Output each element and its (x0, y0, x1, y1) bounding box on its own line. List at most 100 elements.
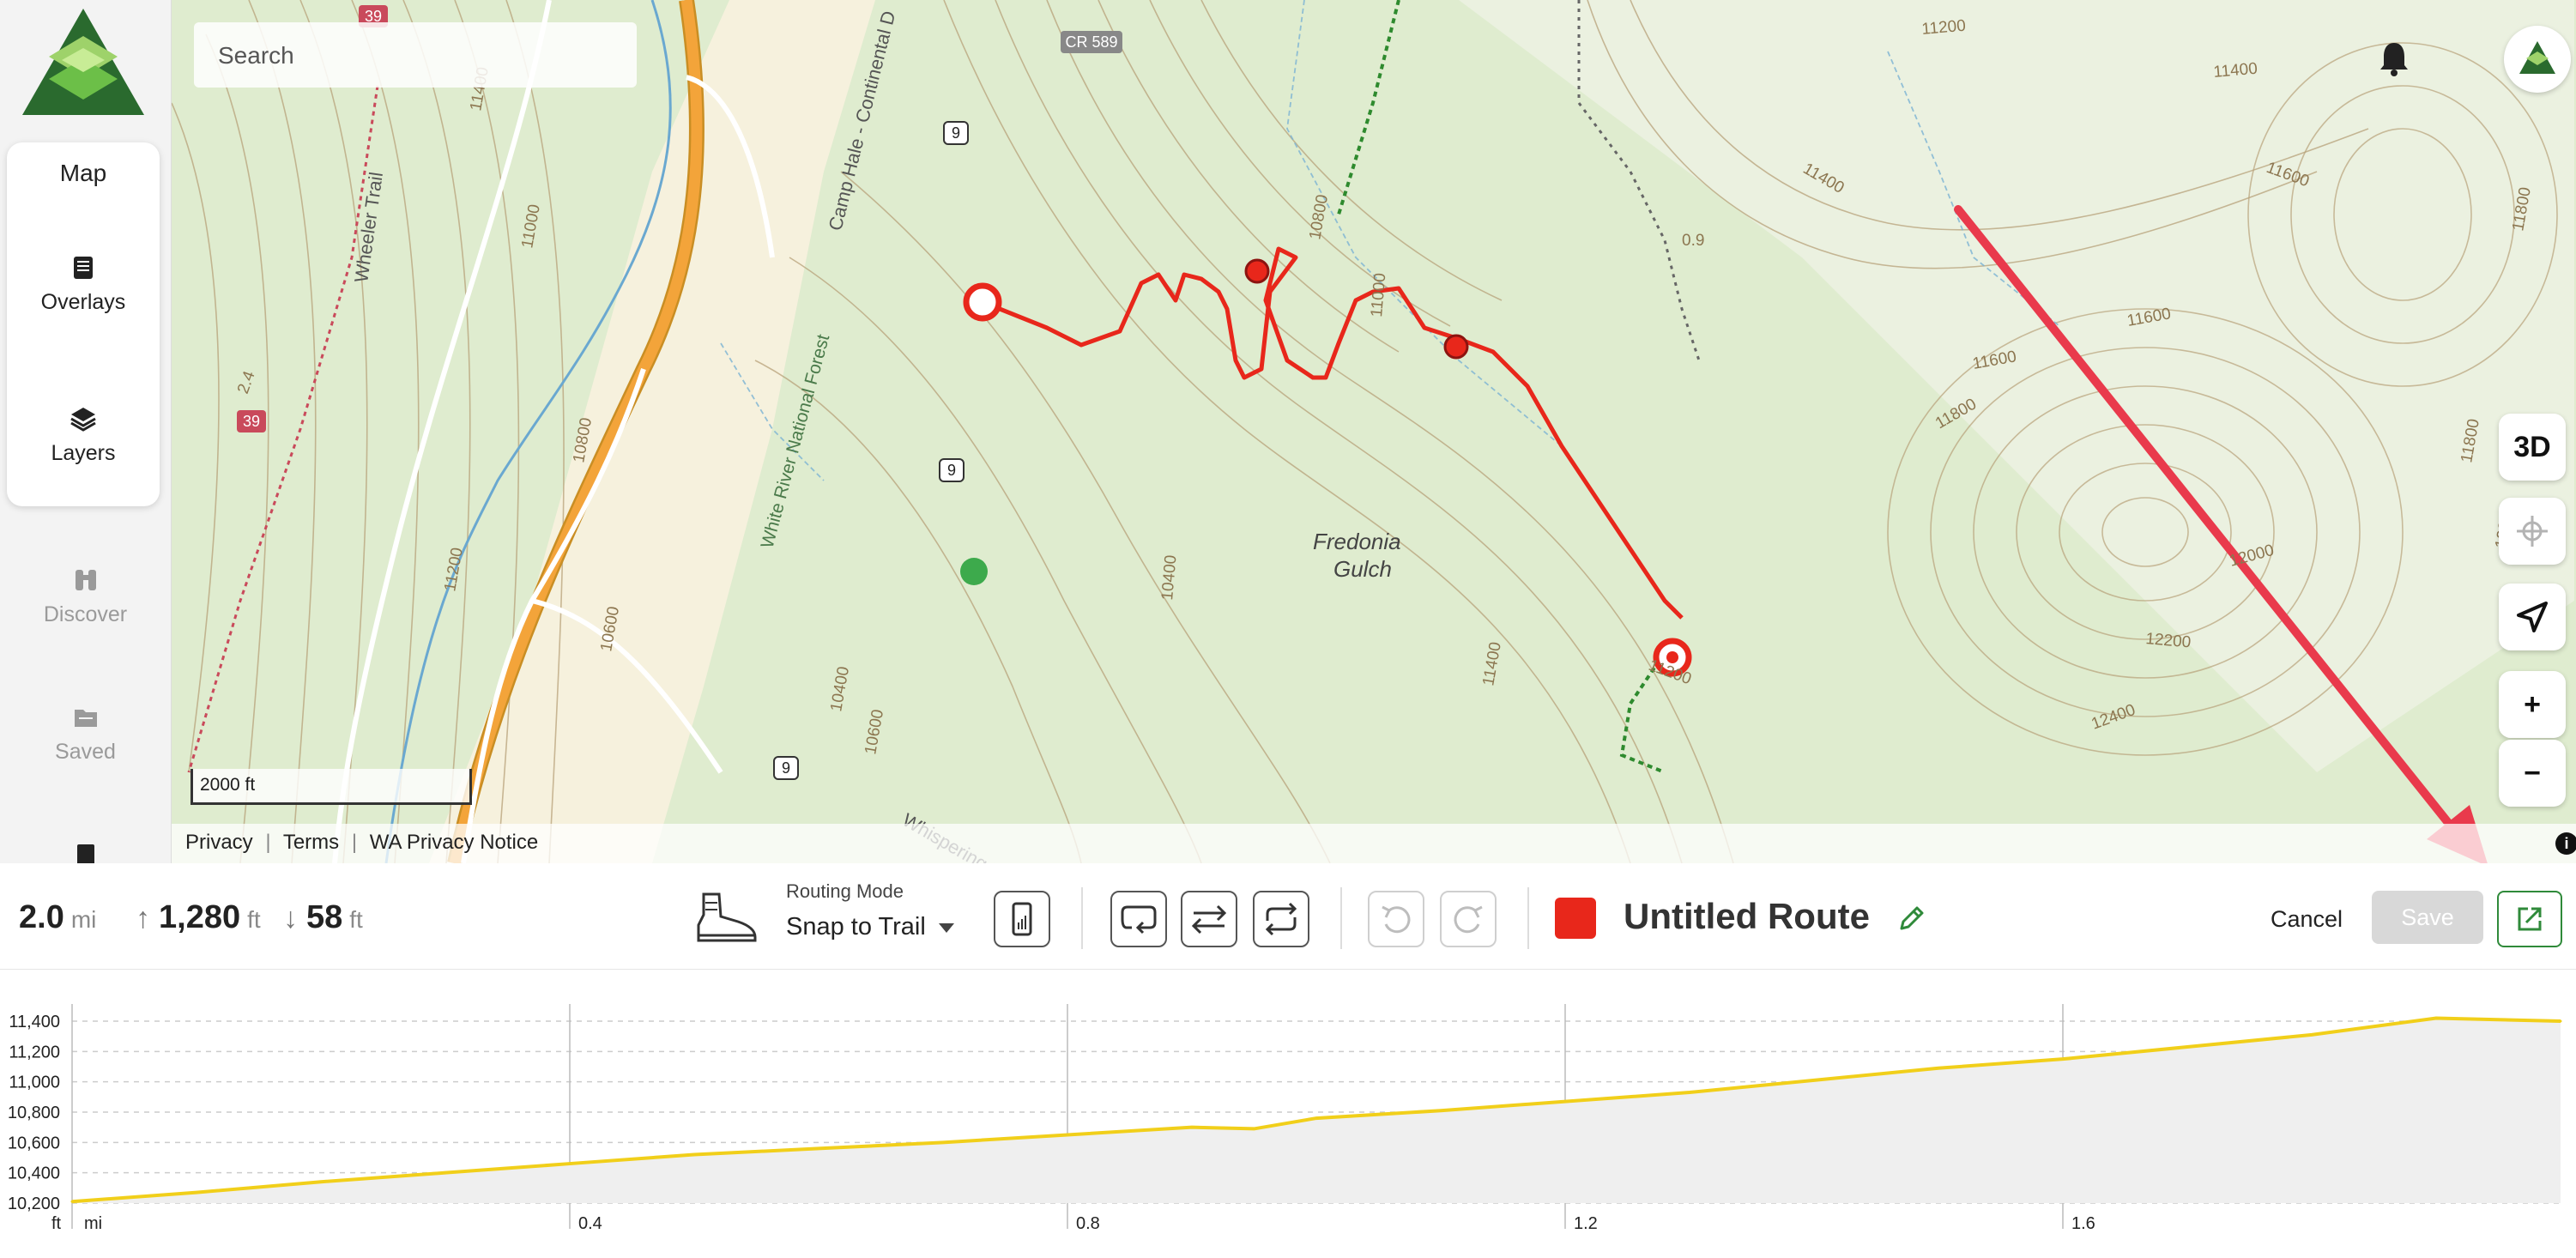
sidebar-item-overlays[interactable]: Overlays (7, 254, 160, 315)
sidebar-item-label: Overlays (40, 290, 126, 314)
loss-value: 58 (306, 899, 343, 935)
y-tick-label: 10,800 (8, 1104, 60, 1122)
trail-distance: 0.9 (1682, 232, 1704, 250)
place-label: Gulch (1333, 556, 1392, 582)
x-unit-label: mi (84, 1214, 102, 1233)
hiking-boot-icon (697, 892, 757, 942)
road-label: 9 (952, 124, 960, 142)
repeat-icon (1265, 902, 1297, 936)
search-input[interactable]: Search (194, 22, 637, 88)
distance-unit: mi (70, 906, 97, 933)
contour-label: 11200 (1921, 17, 1967, 39)
reverse-route-button[interactable] (1181, 891, 1237, 947)
route-name[interactable]: Untitled Route (1624, 896, 1870, 937)
out-and-back-button[interactable] (1253, 891, 1309, 947)
sidebar-item-discover[interactable]: Discover (0, 566, 171, 627)
app-logo[interactable] (19, 5, 148, 125)
contour-label: 11400 (2213, 60, 2259, 82)
separator: | (351, 831, 358, 854)
nav-card: Map Overlays Layers (7, 142, 160, 506)
sidebar-item-label: Discover (43, 602, 128, 626)
road-label: 39 (243, 413, 260, 430)
phone-icon (1012, 902, 1032, 936)
folder-icon (74, 710, 97, 727)
arrow-up-icon: ↑ (136, 902, 150, 934)
privacy-link[interactable]: Privacy (185, 831, 253, 854)
undo-button[interactable] (1368, 891, 1424, 947)
sidebar-item-label: Map (59, 160, 107, 186)
elevation-chart[interactable]: 11,400 11,200 11,000 10,800 10,600 10,400 10,2… (0, 970, 2576, 1258)
elevation-point (817, 1146, 820, 1150)
routing-mode-select[interactable]: Snap to Trail (786, 913, 926, 941)
save-button[interactable]: Save (2372, 891, 2483, 944)
divider (1340, 887, 1342, 949)
map-view[interactable]: Fredonia Gulch CR 589 9 9 9 39 39 White … (172, 0, 2576, 863)
elevation-profile[interactable]: 11,400 11,200 11,000 10,800 10,600 10,400 10,2… (0, 970, 2576, 1258)
redo-button[interactable] (1440, 891, 1497, 947)
sidebar-item-label: Saved (55, 740, 116, 764)
route-color-swatch[interactable] (1555, 898, 1596, 939)
y-tick-label: 11,400 (9, 1013, 60, 1031)
loss-unit: ft (349, 906, 363, 933)
mobile-sync-button[interactable] (994, 891, 1050, 947)
redo-icon (1454, 905, 1483, 934)
sidebar-item-saved[interactable]: Saved (0, 704, 171, 765)
x-tick-label: 1.2 (1574, 1214, 1598, 1233)
cancel-button[interactable]: Cancel (2271, 906, 2343, 933)
elevation-point (1066, 1134, 1069, 1136)
divider (1527, 887, 1529, 949)
y-tick-label: 10,600 (8, 1134, 60, 1152)
gain-value: 1,280 (159, 899, 241, 935)
sidebar-item-map[interactable]: Map (7, 160, 160, 187)
terms-link[interactable]: Terms (283, 831, 339, 854)
elevation-point (1563, 1100, 1567, 1104)
contour-label: 11000 (1368, 272, 1389, 318)
y-tick-label: 11,200 (9, 1043, 60, 1061)
zoom-in-button[interactable]: + (2499, 671, 2566, 738)
x-tick-label: 0.4 (578, 1214, 602, 1233)
compass-button[interactable] (2499, 498, 2566, 565)
route-toolbar: 2.0 mi ↑ 1,280 ft ↓ 58 ft Routing Mode Snap t… (0, 863, 2576, 970)
elevation-point (1937, 1067, 1940, 1070)
external-link-icon (2518, 907, 2542, 931)
loop-icon (1121, 905, 1157, 934)
topo-map[interactable]: Fredonia Gulch CR 589 9 9 9 39 39 White … (172, 0, 2576, 863)
crosshair-icon (2517, 516, 2548, 547)
x-tick-label: 0.8 (1076, 1214, 1100, 1233)
locate-button[interactable] (2499, 584, 2566, 650)
elevation-point (1315, 1116, 1318, 1120)
gain-unit: ft (247, 906, 261, 933)
avatar[interactable] (2504, 26, 2571, 93)
elevation-point (2310, 1033, 2313, 1037)
elevation-point (1439, 1109, 1442, 1112)
bell-icon[interactable] (2377, 39, 2411, 77)
sidebar-item-label: Layers (51, 441, 116, 465)
loss-stat: ↓ 58 ft (283, 899, 363, 936)
pencil-icon[interactable] (1896, 904, 1926, 934)
y-tick-label: 10,400 (8, 1164, 60, 1183)
3d-toggle-button[interactable]: 3D (2499, 414, 2566, 481)
y-tick-label: 10,200 (8, 1194, 60, 1213)
wa-privacy-link[interactable]: WA Privacy Notice (370, 831, 539, 854)
distance-stat: 2.0 mi (19, 899, 96, 936)
sidebar: Map Overlays Layers Discover Saved (0, 0, 172, 863)
divider (1081, 887, 1083, 949)
info-icon[interactable]: i (2555, 832, 2576, 855)
routing-mode-label: Routing Mode (786, 880, 904, 902)
binoculars-icon (75, 570, 96, 590)
chevron-down-icon[interactable] (939, 923, 954, 933)
overlays-icon (74, 257, 93, 279)
arrow-down-icon: ↓ (283, 902, 298, 934)
export-button[interactable] (2497, 891, 2562, 947)
elevation-point (2186, 1045, 2189, 1049)
sidebar-item-more[interactable] (0, 841, 171, 863)
zoom-out-button[interactable]: − (2499, 740, 2566, 807)
navigation-arrow-icon (2517, 602, 2548, 632)
gain-stat: ↑ 1,280 ft (136, 899, 261, 936)
loop-route-button[interactable] (1110, 891, 1167, 947)
reverse-arrows-icon (1191, 904, 1227, 934)
sidebar-item-layers[interactable]: Layers (7, 405, 160, 466)
elevation-point (2061, 1057, 2065, 1061)
elevation-point (692, 1152, 696, 1156)
separator: | (265, 831, 271, 854)
